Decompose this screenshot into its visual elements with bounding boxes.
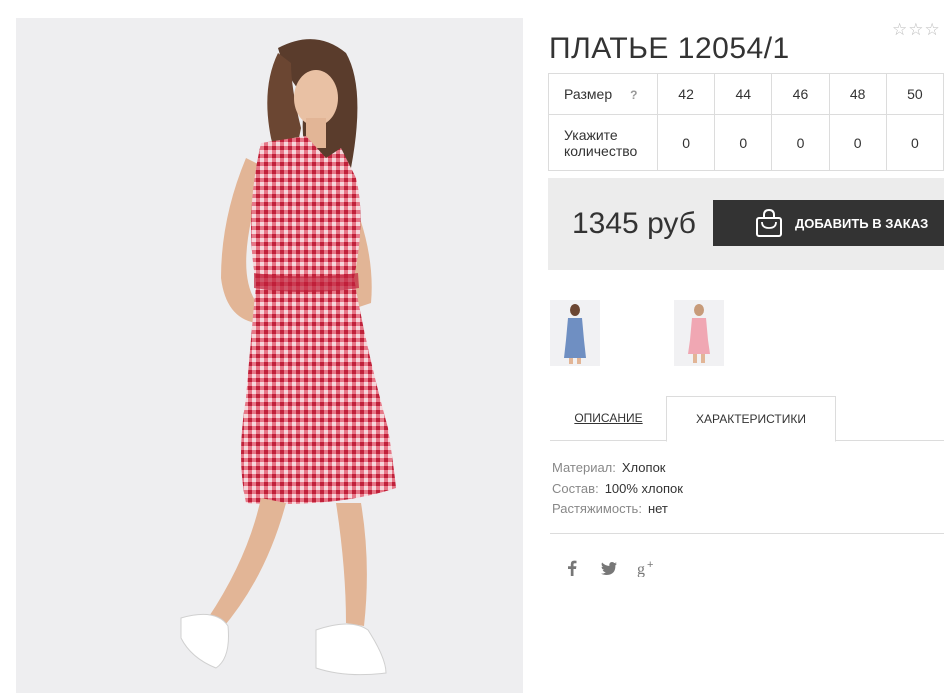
- spec-row: Состав: 100% хлопок: [552, 479, 683, 500]
- price-panel: 1345 руб ДОБАВИТЬ В ЗАКАЗ: [548, 178, 944, 270]
- size-cell: 46: [771, 73, 830, 115]
- size-quantity-table: Размер? 42 44 46 48 50 Укажите количеств…: [548, 73, 944, 171]
- add-to-order-button[interactable]: ДОБАВИТЬ В ЗАКАЗ: [713, 200, 944, 246]
- thumbnail-blue-dress[interactable]: [550, 300, 600, 366]
- tab-description[interactable]: ОПИСАНИЕ: [550, 396, 667, 440]
- facebook-icon[interactable]: [561, 558, 583, 578]
- quantity-input[interactable]: 0: [771, 114, 830, 171]
- social-divider: [550, 533, 944, 534]
- tab-characteristics[interactable]: ХАРАКТЕРИСТИКИ: [666, 396, 836, 442]
- size-cell: 42: [656, 73, 716, 115]
- twitter-icon[interactable]: [598, 558, 620, 578]
- size-help-icon[interactable]: ?: [630, 88, 637, 102]
- spec-value: 100% хлопок: [604, 480, 683, 496]
- price: 1345 руб: [572, 207, 696, 240]
- quantity-input[interactable]: 0: [828, 114, 887, 171]
- quantity-input[interactable]: 0: [714, 114, 773, 171]
- spec-key: Растяжимость:: [552, 501, 642, 516]
- spec-row: Растяжимость: нет: [552, 499, 683, 520]
- spec-row: Материал: Хлопок: [552, 458, 683, 479]
- size-label: Размер: [564, 86, 613, 102]
- quantity-label: Укажите количество: [548, 114, 658, 171]
- spec-key: Материал:: [552, 460, 616, 475]
- spec-key: Состав:: [552, 480, 599, 496]
- svg-text:+: +: [647, 559, 653, 571]
- size-cell: 44: [714, 73, 773, 115]
- spec-value: Хлопок: [621, 460, 666, 475]
- spec-value: нет: [647, 501, 668, 516]
- main-product-image[interactable]: [16, 18, 523, 693]
- google-plus-icon[interactable]: g +: [636, 558, 658, 578]
- product-title: ПЛАТЬЕ 12054/1: [549, 32, 790, 66]
- size-label-cell: Размер?: [548, 73, 658, 115]
- rating-stars-icon[interactable]: ☆☆☆: [892, 20, 941, 40]
- svg-text:g: g: [637, 561, 645, 577]
- quantity-input[interactable]: 0: [885, 114, 944, 171]
- size-cell: 48: [828, 73, 887, 115]
- add-to-order-label: ДОБАВИТЬ В ЗАКАЗ: [795, 215, 929, 231]
- quantity-input[interactable]: 0: [656, 114, 716, 171]
- size-cell: 50: [885, 73, 944, 115]
- shopping-bag-icon: [755, 208, 783, 238]
- product-tabs: ОПИСАНИЕ ХАРАКТЕРИСТИКИ: [550, 396, 944, 442]
- thumbnail-pink-dress[interactable]: [674, 300, 724, 366]
- characteristics-list: Материал: Хлопок Состав: 100% хлопок Растя…: [552, 458, 683, 520]
